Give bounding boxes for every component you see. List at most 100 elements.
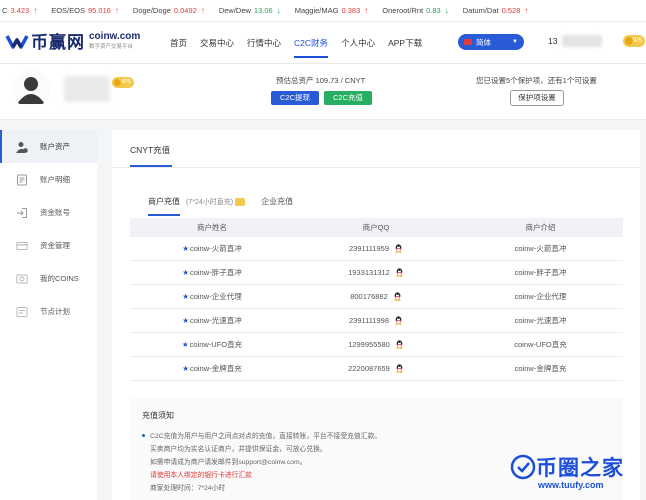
sidebar: 账户资产 账户明细资金账号资金管理我的COINS 节点计划	[0, 130, 97, 500]
star-icon: ★	[181, 340, 189, 349]
qq-icon[interactable]	[395, 268, 404, 277]
ticker-symbol: Datum/Dat	[462, 6, 499, 15]
qq-icon[interactable]	[395, 364, 404, 373]
merchant-qq: 2391111998	[348, 316, 390, 325]
merchant-intro: coinw-火箭直冲	[514, 244, 567, 253]
merchant-qq-cell: 2391111998	[294, 316, 458, 325]
merchant-intro: coinw-企业代理	[514, 292, 567, 301]
merchant-name: coinw-金牌直充	[190, 364, 242, 373]
arrow-down-icon: ↓	[276, 6, 281, 15]
arrow-down-icon: ↓	[444, 6, 449, 15]
ticker-price: 95.016	[87, 6, 111, 15]
ticker-symbol: Oneroot/Rnt	[382, 6, 424, 15]
sidebar-item-label: 资金账号	[40, 208, 70, 217]
merchant-name-cell: ★coinw-UFO直充	[130, 339, 294, 350]
qq-icon[interactable]	[394, 244, 403, 253]
ticker-item[interactable]: EOS/EOS 95.016 ↑	[51, 6, 133, 15]
qq-icon[interactable]	[395, 340, 404, 349]
column-header-intro: 商户介绍	[525, 223, 556, 232]
language-label: 简体	[476, 37, 491, 47]
merchant-name: coinw-火箭直冲	[190, 244, 242, 253]
notice-title: 充值须知	[142, 411, 174, 420]
profile-summary: VIP5 预估总资产 109.73 / CNYT C2C提现 C2C充值 您已设…	[0, 64, 646, 120]
estimated-assets: 预估总资产 109.73 / CNYT	[276, 76, 366, 85]
username-redacted	[562, 35, 602, 47]
profile-vip-badge: VIP5	[112, 77, 134, 88]
tab-merchant-deposit[interactable]: 商户充值	[148, 196, 180, 207]
nav-item[interactable]: 首页	[170, 22, 187, 64]
arrow-up-icon: ↑	[524, 6, 529, 15]
active-tab-indicator	[148, 214, 180, 216]
watermark: 币圈之家 www.tuufy.com	[508, 446, 646, 500]
header-username[interactable]: 13	[548, 36, 557, 46]
arrow-up-icon: ↑	[364, 6, 369, 15]
ticker-price: 0.383	[341, 6, 361, 15]
sidebar-item[interactable]: 账户资产	[0, 130, 97, 163]
merchant-qq-cell: 2220087659	[294, 364, 458, 373]
merchant-intro: coinw-光速直冲	[514, 316, 567, 325]
notice-line: 商家处理时间：7*24小时	[150, 485, 226, 492]
ticker-item[interactable]: Datum/Dat 0.528 ↑	[463, 6, 543, 15]
watermark-url: www.tuufy.com	[538, 480, 604, 490]
protection-status: 您已设置5个保护项，还有1个可设置	[476, 76, 597, 85]
ticker-item[interactable]: C 3.423 ↑	[2, 6, 51, 15]
merchant-qq: 1933131312	[348, 268, 390, 277]
divider	[112, 167, 640, 168]
sidebar-item[interactable]: 节点计划	[0, 295, 97, 328]
sidebar-item-label: 资金管理	[40, 241, 70, 250]
column-header-qq: 商户QQ	[362, 223, 390, 232]
tab-enterprise-deposit[interactable]: 企业充值	[261, 196, 293, 207]
merchant-intro: coinw-胖子直冲	[514, 268, 567, 277]
table-row: ★coinw-企业代理 800176882 coinw-企业代理	[130, 285, 623, 309]
qq-icon[interactable]	[393, 292, 402, 301]
sidebar-item[interactable]: 我的COINS	[0, 262, 97, 295]
merchant-qq: 2220087659	[348, 364, 390, 373]
hot-badge-icon	[235, 197, 246, 206]
site-header: 币赢网 coinw.com 数字资产交易平台 首页 交易中心 行情中心 C2C财务 个人…	[0, 22, 646, 64]
table-row: ★coinw-光速直冲 2391111998 coinw-光速直冲	[130, 309, 623, 333]
qq-icon[interactable]	[394, 316, 403, 325]
nav-item[interactable]: 交易中心	[200, 22, 234, 64]
merchant-qq-cell: 2391111959	[294, 244, 458, 253]
avatar[interactable]	[12, 70, 50, 108]
plan-icon	[16, 306, 28, 318]
language-select[interactable]: 简体 ▼	[458, 34, 524, 50]
sidebar-item[interactable]: 资金管理	[0, 229, 97, 262]
star-icon: ★	[182, 364, 190, 373]
logo-cn-text: 币赢网	[31, 33, 85, 52]
watermark-title: 币圈之家	[536, 457, 624, 480]
nav-item[interactable]: C2C财务	[294, 22, 329, 64]
sidebar-item[interactable]: 账户明细	[0, 163, 97, 196]
ledger-icon	[16, 174, 28, 186]
ticker-price: 13.06	[253, 6, 273, 15]
ticker-item[interactable]: Dew/Dew 13.06 ↓	[219, 6, 295, 15]
ticker-symbol: Dew/Dew	[218, 6, 251, 15]
ticker-item[interactable]: Maggie/MAG 0.383 ↑	[295, 6, 383, 15]
table-row: ★coinw-UFO直充 1299955580 coinw-UFO直充	[130, 333, 623, 357]
merchant-qq-cell: 1933131312	[294, 268, 458, 277]
c2c-withdraw-button[interactable]: C2C提现	[271, 91, 319, 105]
logo-tagline: 数字资产交易平台	[89, 44, 134, 50]
nav-item[interactable]: 个人中心	[341, 22, 375, 64]
protection-settings-button[interactable]: 保护项设置	[510, 90, 564, 106]
star-icon: ★	[182, 244, 190, 253]
merchant-name: coinw-光速直冲	[190, 316, 242, 325]
ticker-price: 0.0492	[173, 6, 197, 15]
nav-item[interactable]: APP下载	[388, 22, 422, 64]
ticker-item[interactable]: Doge/Doge 0.0492 ↑	[133, 6, 219, 15]
login-icon	[16, 207, 28, 219]
bullet-icon	[142, 434, 145, 437]
deposit-tabs: 商户充值 (7*24小时直充) 企业充值	[148, 196, 293, 207]
sidebar-item-label: 我的COINS	[40, 274, 79, 283]
nav-item[interactable]: 行情中心	[247, 22, 281, 64]
logo[interactable]: 币赢网 coinw.com 数字资产交易平台	[5, 28, 140, 53]
merchant-qq-cell: 800176882	[294, 292, 458, 301]
sidebar-item[interactable]: 资金账号	[0, 196, 97, 229]
merchant-intro: coinw-UFO直充	[514, 340, 567, 349]
c2c-deposit-button[interactable]: C2C充值	[324, 91, 372, 105]
merchant-name-cell: ★coinw-胖子直冲	[130, 267, 294, 278]
card-icon	[16, 240, 28, 252]
merchant-intro: coinw-金牌直充	[514, 364, 567, 373]
merchant-name-cell: ★coinw-金牌直充	[130, 363, 294, 374]
ticker-item[interactable]: Oneroot/Rnt 0.83 ↓	[382, 6, 462, 15]
